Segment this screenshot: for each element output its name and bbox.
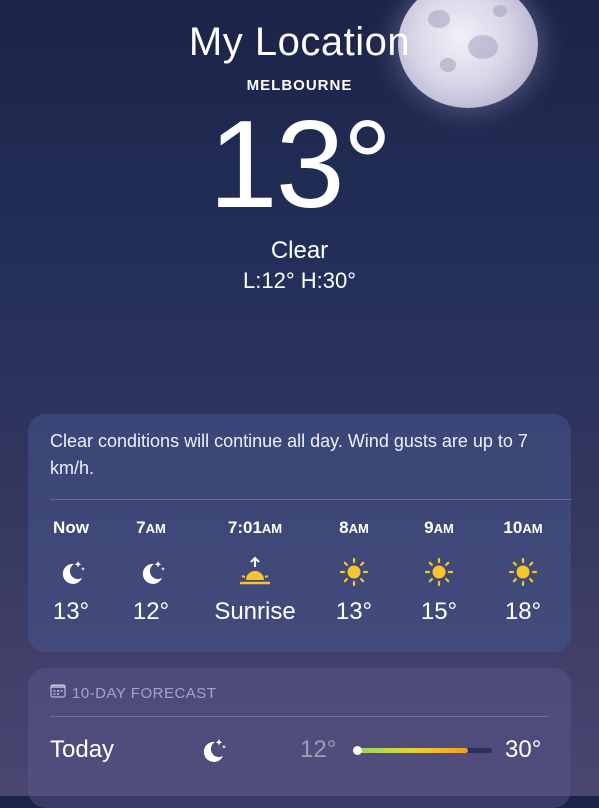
hour-temperature: 18° xyxy=(504,598,542,625)
weather-summary: Clear conditions will continue all day. … xyxy=(50,431,528,478)
hour-temperature: 13° xyxy=(335,598,373,625)
hour-item: 10AM 18° xyxy=(483,518,563,626)
forecast-row-today[interactable]: Today 12° 30° xyxy=(28,730,571,770)
hour-time: Now xyxy=(53,518,89,537)
hour-temperature: 15° xyxy=(420,598,458,625)
current-condition: Clear xyxy=(270,237,329,264)
sun-icon xyxy=(399,552,479,592)
forecast-day: Today xyxy=(50,736,115,763)
current-temperature-dot xyxy=(353,746,362,755)
hour-item: 7AM 12° xyxy=(111,518,191,626)
forecast-low: 12° xyxy=(300,736,337,763)
current-temperature: 13° xyxy=(208,96,393,234)
forecast-header-label: 10-DAY FORECAST xyxy=(72,684,217,702)
calendar-icon xyxy=(50,684,66,702)
hour-item: Now 13° xyxy=(31,518,111,626)
hour-time: 10AM xyxy=(503,518,543,537)
temperature-range-fill xyxy=(356,748,468,753)
moon-stars-icon xyxy=(196,734,228,771)
ten-day-forecast-card[interactable]: 10-DAY FORECAST Today 12° 30° xyxy=(28,668,571,808)
hour-item: 7:01AM Sunrise xyxy=(205,518,305,626)
hour-temperature: 13° xyxy=(52,598,90,625)
hourly-forecast-card[interactable]: Clear conditions will continue all day. … xyxy=(28,414,571,652)
sun-icon xyxy=(483,552,563,592)
hour-time: 9AM xyxy=(424,518,454,537)
moon-stars-icon xyxy=(31,552,111,592)
forecast-high: 30° xyxy=(505,736,542,763)
hour-time: 7AM xyxy=(136,518,166,537)
divider xyxy=(50,499,571,500)
low-high-temperature: L:12° H:30° xyxy=(243,268,356,293)
hour-time: 8AM xyxy=(339,518,369,537)
hour-temperature: 12° xyxy=(132,598,170,625)
hour-time: 7:01AM xyxy=(227,518,283,537)
location-title: My Location xyxy=(188,20,411,64)
moon-stars-icon xyxy=(111,552,191,592)
city-name: MELBOURNE xyxy=(246,77,353,94)
hour-item: 9AM 15° xyxy=(399,518,479,626)
sun-icon xyxy=(314,552,394,592)
forecast-header: 10-DAY FORECAST xyxy=(50,684,216,702)
hour-item: 8AM 13° xyxy=(314,518,394,626)
hour-temperature: Sunrise xyxy=(214,598,296,625)
temperature-range-bar xyxy=(353,746,492,755)
sunrise-icon xyxy=(205,552,305,592)
divider xyxy=(50,716,549,717)
